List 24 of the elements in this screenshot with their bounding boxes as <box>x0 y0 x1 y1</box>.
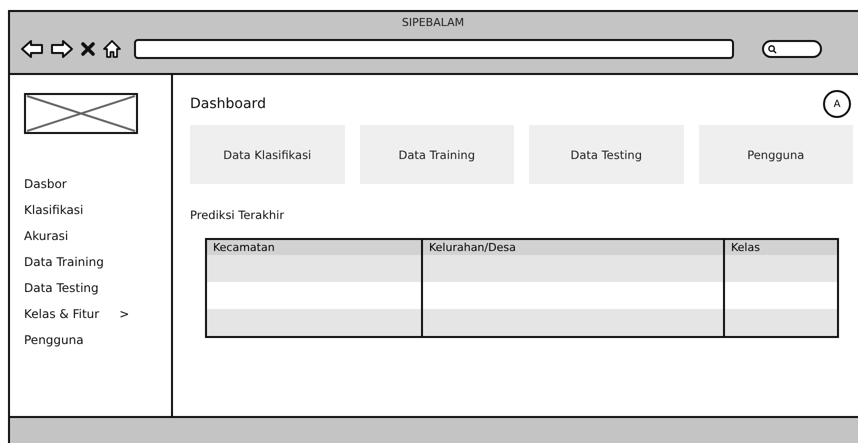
avatar[interactable]: A <box>823 90 851 118</box>
close-icon[interactable] <box>80 41 96 57</box>
dashboard-card[interactable]: Data Klasifikasi <box>190 125 344 184</box>
image-placeholder-icon <box>24 93 138 134</box>
sidebar-item[interactable]: Pengguna <box>24 327 171 353</box>
forward-icon[interactable] <box>50 39 74 59</box>
dashboard-card[interactable]: Data Training <box>360 125 514 184</box>
dashboard-card[interactable]: Pengguna <box>698 125 853 184</box>
sidebar-item[interactable]: Data Training <box>24 249 171 275</box>
search-icon <box>768 44 777 54</box>
section-title: Prediksi Terakhir <box>190 208 286 222</box>
window-title: SIPEBALAM <box>402 16 466 29</box>
home-icon[interactable] <box>102 39 122 59</box>
sidebar-item[interactable]: Data Testing <box>24 275 171 301</box>
back-icon[interactable] <box>20 39 44 59</box>
sidebar-item[interactable]: Akurasi <box>24 223 171 249</box>
dashboard-card[interactable]: Data Testing <box>529 125 684 184</box>
search-field[interactable] <box>762 40 822 58</box>
page-title: Dashboard <box>190 96 266 112</box>
sidebar-item[interactable]: Kelas & Fitur > <box>24 301 171 327</box>
sidebar-item[interactable]: Dasbor <box>24 171 171 197</box>
address-field[interactable] <box>134 39 734 59</box>
sidebar-item[interactable]: Klasifikasi <box>24 197 171 223</box>
column-header: Kelas <box>730 240 761 255</box>
